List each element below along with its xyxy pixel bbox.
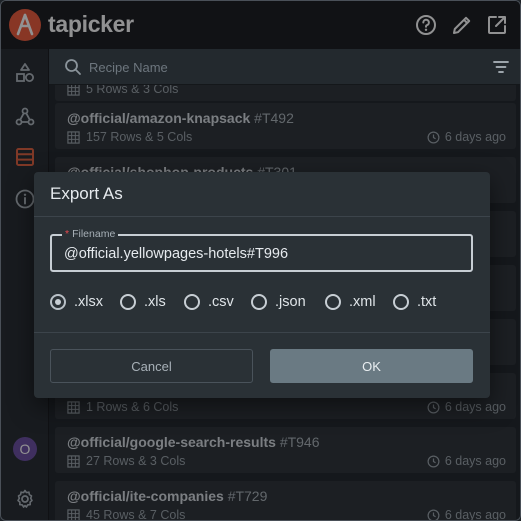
filename-input[interactable] — [64, 244, 464, 264]
filename-field[interactable]: * Filename — [50, 228, 473, 272]
radio-checked-icon[interactable] — [50, 294, 66, 310]
search-bar — [49, 49, 520, 85]
dialog-header: Export As — [34, 172, 490, 217]
required-asterisk: * — [65, 228, 70, 240]
ok-button[interactable]: OK — [270, 349, 473, 383]
format-radio-xml[interactable]: .xml — [325, 290, 376, 314]
format-radio-group: .xlsx .xls .csv .json .xml .txt — [50, 290, 480, 314]
format-radio-csv[interactable]: .csv — [184, 290, 234, 314]
dialog-title: Export As — [50, 184, 123, 203]
cancel-button[interactable]: Cancel — [50, 349, 253, 383]
filename-label: * Filename — [62, 228, 119, 240]
radio-unchecked-icon[interactable] — [325, 294, 341, 310]
format-radio-txt[interactable]: .txt — [393, 290, 436, 314]
dialog-divider — [34, 332, 490, 333]
radio-unchecked-icon[interactable] — [184, 294, 200, 310]
search-icon — [65, 59, 81, 75]
format-radio-json[interactable]: .json — [251, 290, 306, 314]
radio-unchecked-icon[interactable] — [393, 294, 409, 310]
export-dialog: Export As *Filename .xlsx .xls .csv .jso… — [34, 172, 490, 398]
radio-unchecked-icon[interactable] — [120, 294, 136, 310]
search-input[interactable] — [89, 55, 469, 79]
app-window: tapicker O 5 Rows & 3 Cols @official/ama… — [0, 0, 521, 521]
radio-unchecked-icon[interactable] — [251, 294, 267, 310]
format-radio-xls[interactable]: .xls — [120, 290, 166, 314]
format-radio-xlsx[interactable]: .xlsx — [50, 290, 103, 314]
filter-icon[interactable] — [492, 58, 510, 76]
